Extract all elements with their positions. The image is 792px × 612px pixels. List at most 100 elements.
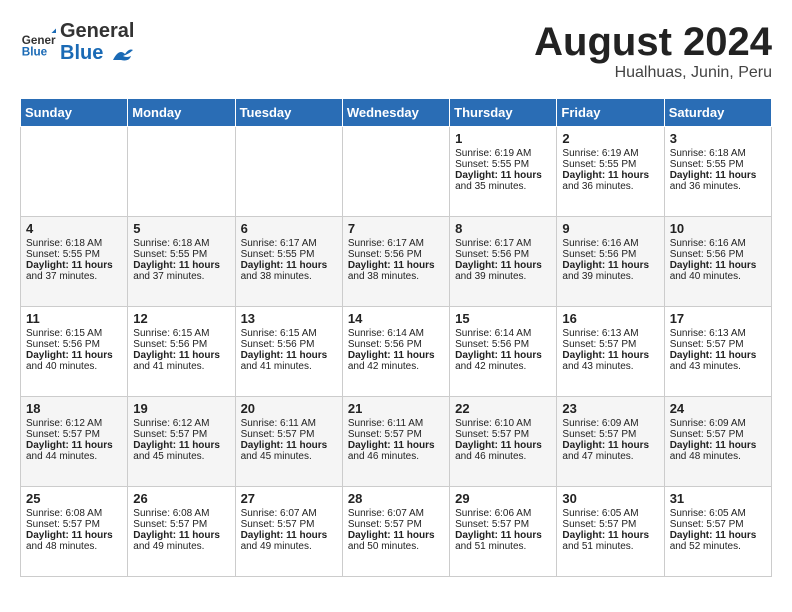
cell-content-line: Daylight: 11 hours	[26, 440, 122, 451]
day-number: 16	[562, 311, 658, 326]
cell-content-line: Sunset: 5:55 PM	[455, 159, 551, 170]
cell-content-line: Sunset: 5:56 PM	[562, 249, 658, 260]
cell-content-line: Sunrise: 6:13 AM	[670, 328, 766, 339]
cell-content-line: Sunrise: 6:08 AM	[26, 508, 122, 519]
calendar-week-row: 18Sunrise: 6:12 AMSunset: 5:57 PMDayligh…	[21, 397, 772, 487]
cell-content-line: Daylight: 11 hours	[133, 260, 229, 271]
day-number: 10	[670, 221, 766, 236]
cell-content-line: Sunset: 5:55 PM	[241, 249, 337, 260]
cell-content-line: and 40 minutes.	[26, 361, 122, 372]
cell-content-line: Sunset: 5:55 PM	[26, 249, 122, 260]
cell-content-line: Daylight: 11 hours	[670, 260, 766, 271]
cell-content-line: Sunrise: 6:11 AM	[241, 418, 337, 429]
cell-content-line: and 47 minutes.	[562, 451, 658, 462]
logo-general: General	[60, 20, 134, 42]
cell-content-line: and 44 minutes.	[26, 451, 122, 462]
calendar-cell: 7Sunrise: 6:17 AMSunset: 5:56 PMDaylight…	[342, 217, 449, 307]
day-number: 5	[133, 221, 229, 236]
cell-content-line: Sunset: 5:57 PM	[455, 429, 551, 440]
cell-content-line: and 51 minutes.	[562, 541, 658, 552]
weekday-header-tuesday: Tuesday	[235, 99, 342, 127]
cell-content-line: and 41 minutes.	[133, 361, 229, 372]
cell-content-line: and 36 minutes.	[670, 181, 766, 192]
weekday-header-wednesday: Wednesday	[342, 99, 449, 127]
weekday-header-saturday: Saturday	[664, 99, 771, 127]
cell-content-line: Sunset: 5:57 PM	[241, 429, 337, 440]
weekday-header-thursday: Thursday	[450, 99, 557, 127]
cell-content-line: and 42 minutes.	[348, 361, 444, 372]
logo-blue: Blue	[60, 42, 103, 64]
cell-content-line: Sunrise: 6:05 AM	[670, 508, 766, 519]
day-number: 3	[670, 131, 766, 146]
cell-content-line: Sunrise: 6:07 AM	[348, 508, 444, 519]
cell-content-line: Daylight: 11 hours	[241, 350, 337, 361]
cell-content-line: Daylight: 11 hours	[348, 260, 444, 271]
cell-content-line: Sunrise: 6:15 AM	[26, 328, 122, 339]
day-number: 23	[562, 401, 658, 416]
cell-content-line: Daylight: 11 hours	[562, 440, 658, 451]
day-number: 7	[348, 221, 444, 236]
cell-content-line: and 37 minutes.	[133, 271, 229, 282]
cell-content-line: Sunset: 5:57 PM	[670, 429, 766, 440]
logo-bird-icon	[111, 46, 133, 62]
cell-content-line: and 37 minutes.	[26, 271, 122, 282]
cell-content-line: and 35 minutes.	[455, 181, 551, 192]
weekday-header-sunday: Sunday	[21, 99, 128, 127]
day-number: 14	[348, 311, 444, 326]
cell-content-line: Sunrise: 6:17 AM	[455, 238, 551, 249]
cell-content-line: and 43 minutes.	[670, 361, 766, 372]
calendar-cell	[235, 127, 342, 217]
calendar-cell	[128, 127, 235, 217]
cell-content-line: Daylight: 11 hours	[670, 170, 766, 181]
cell-content-line: Sunrise: 6:17 AM	[241, 238, 337, 249]
calendar-location: Hualhuas, Junin, Peru	[534, 64, 772, 82]
day-number: 22	[455, 401, 551, 416]
day-number: 31	[670, 491, 766, 506]
calendar-cell	[21, 127, 128, 217]
cell-content-line: Sunset: 5:55 PM	[562, 159, 658, 170]
calendar-cell: 11Sunrise: 6:15 AMSunset: 5:56 PMDayligh…	[21, 307, 128, 397]
cell-content-line: Sunset: 5:55 PM	[133, 249, 229, 260]
calendar-cell: 27Sunrise: 6:07 AMSunset: 5:57 PMDayligh…	[235, 487, 342, 577]
cell-content-line: Daylight: 11 hours	[670, 530, 766, 541]
calendar-cell: 20Sunrise: 6:11 AMSunset: 5:57 PMDayligh…	[235, 397, 342, 487]
cell-content-line: Daylight: 11 hours	[348, 530, 444, 541]
cell-content-line: Sunset: 5:56 PM	[241, 339, 337, 350]
day-number: 15	[455, 311, 551, 326]
cell-content-line: Sunset: 5:57 PM	[562, 519, 658, 530]
day-number: 25	[26, 491, 122, 506]
title-block: August 2024 Hualhuas, Junin, Peru	[534, 20, 772, 82]
cell-content-line: Daylight: 11 hours	[133, 530, 229, 541]
day-number: 1	[455, 131, 551, 146]
calendar-cell: 19Sunrise: 6:12 AMSunset: 5:57 PMDayligh…	[128, 397, 235, 487]
cell-content-line: Sunrise: 6:09 AM	[562, 418, 658, 429]
calendar-cell: 17Sunrise: 6:13 AMSunset: 5:57 PMDayligh…	[664, 307, 771, 397]
calendar-cell: 31 Sunrise: 6:05 AMSunset: 5:57 PMDayligh…	[664, 487, 771, 577]
cell-content-line: and 45 minutes.	[241, 451, 337, 462]
cell-content-line: Sunset: 5:57 PM	[348, 519, 444, 530]
cell-content-line: Daylight: 11 hours	[241, 260, 337, 271]
cell-content-line: Daylight: 11 hours	[26, 350, 122, 361]
cell-content-line: Sunrise: 6:18 AM	[670, 148, 766, 159]
day-number: 8	[455, 221, 551, 236]
calendar-cell: 6Sunrise: 6:17 AMSunset: 5:55 PMDaylight…	[235, 217, 342, 307]
cell-content-line: Sunset: 5:56 PM	[26, 339, 122, 350]
day-number: 19	[133, 401, 229, 416]
calendar-cell: 25Sunrise: 6:08 AMSunset: 5:57 PMDayligh…	[21, 487, 128, 577]
cell-content-line: and 45 minutes.	[133, 451, 229, 462]
calendar-cell: 22Sunrise: 6:10 AMSunset: 5:57 PMDayligh…	[450, 397, 557, 487]
cell-content-line: Daylight: 11 hours	[26, 530, 122, 541]
day-number: 21	[348, 401, 444, 416]
page-header: General Blue General Blue August 2024 Hu…	[20, 20, 772, 82]
cell-content-line: and 36 minutes.	[562, 181, 658, 192]
cell-content-line: Sunrise: 6:12 AM	[26, 418, 122, 429]
calendar-cell: 15Sunrise: 6:14 AMSunset: 5:56 PMDayligh…	[450, 307, 557, 397]
cell-content-line: Sunset: 5:57 PM	[670, 519, 766, 530]
calendar-week-row: 4Sunrise: 6:18 AMSunset: 5:55 PMDaylight…	[21, 217, 772, 307]
day-number: 9	[562, 221, 658, 236]
weekday-header-row: SundayMondayTuesdayWednesdayThursdayFrid…	[21, 99, 772, 127]
cell-content-line: Sunset: 5:56 PM	[348, 249, 444, 260]
calendar-cell: 9Sunrise: 6:16 AMSunset: 5:56 PMDaylight…	[557, 217, 664, 307]
cell-content-line: Sunrise: 6:10 AM	[455, 418, 551, 429]
calendar-cell: 3Sunrise: 6:18 AMSunset: 5:55 PMDaylight…	[664, 127, 771, 217]
